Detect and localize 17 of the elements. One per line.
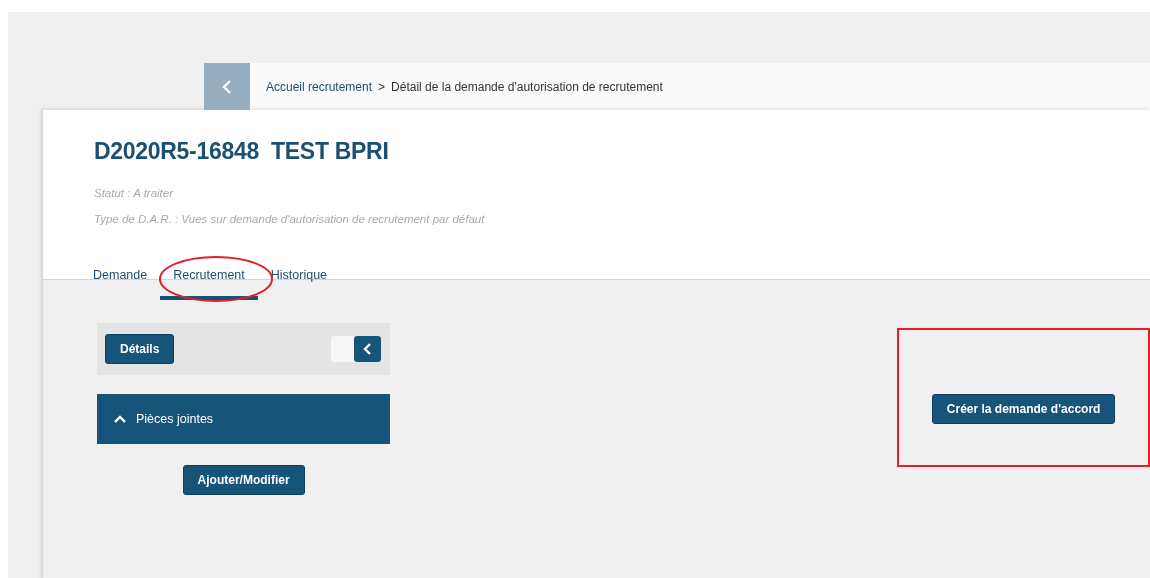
add-modify-button[interactable]: Ajouter/Modifier	[182, 465, 305, 495]
chevron-up-icon	[114, 415, 126, 423]
panel-toggle[interactable]	[331, 336, 382, 362]
breadcrumb-separator: >	[378, 79, 386, 94]
request-title: D2020R5-16848 TEST BPRI	[94, 138, 390, 165]
create-agreement-button[interactable]: Créer la demande d'accord	[931, 393, 1116, 424]
chevron-left-icon	[362, 342, 373, 356]
tab[interactable]: Historique	[257, 262, 341, 300]
breadcrumb-item[interactable]: Accueil recrutement	[266, 79, 373, 94]
tab[interactable]: Demande	[80, 262, 161, 300]
type-text: Type de D.A.R. : Vues sur demande d'autorisation de recrutement par défaut	[94, 213, 486, 225]
attachments-title: Pièces jointes	[136, 412, 214, 426]
details-button[interactable]: Détails	[105, 334, 175, 364]
breadcrumb-item: Détail de la demande d'autorisation de recrutement	[391, 79, 663, 94]
attachments-header[interactable]: Pièces jointes	[97, 394, 391, 444]
status-text: Statut : A traiter	[94, 187, 175, 199]
chevron-left-icon	[221, 78, 233, 95]
